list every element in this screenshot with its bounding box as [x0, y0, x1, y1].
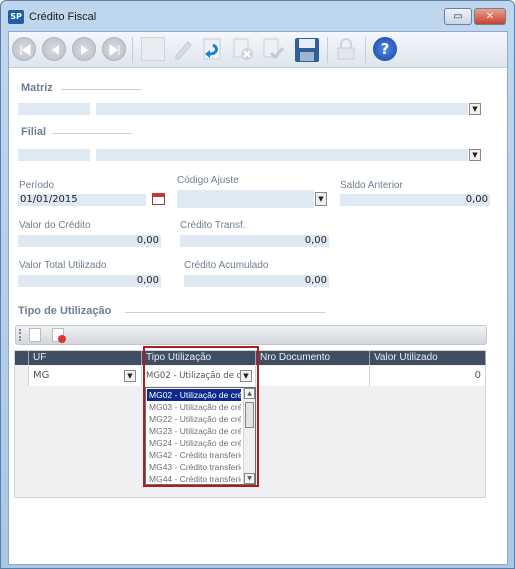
tipo-utilizacao-section-title: Tipo de Utilização: [18, 305, 112, 317]
dropdown-option[interactable]: MG03 - Utilização de crédito: [147, 401, 241, 413]
new-document-icon[interactable]: [141, 37, 165, 61]
dropdown-scrollbar[interactable]: ▲ ▼: [243, 388, 255, 484]
column-header-uf[interactable]: UF: [29, 351, 142, 365]
scroll-down-icon[interactable]: ▼: [244, 473, 255, 484]
grip-handle[interactable]: [19, 329, 21, 341]
dropdown-option[interactable]: MG22 - Utilização de crédito: [147, 413, 241, 425]
codigo-ajuste-field[interactable]: [177, 190, 314, 208]
valor-total-label: Valor Total Utilizado: [19, 260, 107, 271]
filial-name-field[interactable]: [96, 149, 468, 161]
credito-acumulado-label: Crédito Acumulado: [184, 260, 269, 271]
dropdown-option[interactable]: MG42 - Crédito transferido: [147, 449, 241, 461]
valor-credito-field[interactable]: 0,00: [18, 235, 161, 247]
cell-uf-value: MG: [33, 370, 50, 381]
tipo-utilizacao-dropdown[interactable]: MG02 - Utilização de crédito MG03 - Util…: [145, 387, 256, 485]
grid-toolbar: [15, 325, 487, 345]
first-record-icon[interactable]: [12, 37, 36, 61]
lock-icon[interactable]: [335, 37, 359, 61]
help-icon[interactable]: ?: [373, 37, 397, 61]
close-button[interactable]: ✕: [474, 8, 506, 25]
row-selector[interactable]: [15, 366, 29, 386]
codigo-ajuste-label: Código Ajuste: [177, 175, 239, 186]
chevron-down-icon[interactable]: ▼: [124, 370, 136, 382]
divider: [125, 312, 325, 313]
matriz-name-field[interactable]: [96, 103, 468, 115]
filial-code-field[interactable]: [18, 149, 90, 161]
chevron-down-icon[interactable]: ▼: [469, 149, 481, 161]
column-header-valor[interactable]: Valor Utilizado: [370, 351, 486, 365]
approve-icon[interactable]: [261, 37, 285, 61]
save-icon[interactable]: [294, 37, 319, 62]
toolbar-separator: [327, 37, 328, 63]
title-bar: SP Crédito Fiscal ▭ ✕: [1, 1, 514, 31]
client-area: ? Matriz ▼ Filial ▼ Período 01/01/2015 C…: [8, 31, 508, 565]
undo-icon[interactable]: [201, 37, 225, 61]
credito-transf-label: Crédito Transf.: [180, 220, 246, 231]
dropdown-option[interactable]: MG02 - Utilização de crédito: [147, 389, 241, 401]
divider: [61, 89, 141, 90]
dropdown-option[interactable]: MG44 - Crédito transferido: [147, 473, 241, 485]
divider: [52, 133, 132, 134]
credito-transf-field[interactable]: 0,00: [180, 235, 329, 247]
dropdown-option[interactable]: MG23 - Utilização de crédito: [147, 425, 241, 437]
row-selector-header: [15, 351, 29, 365]
chevron-down-icon[interactable]: ▼: [469, 103, 481, 115]
delete-icon[interactable]: [231, 37, 255, 61]
credito-acumulado-field[interactable]: 0,00: [184, 275, 329, 287]
matriz-code-field[interactable]: [18, 103, 90, 115]
delete-row-icon[interactable]: [52, 328, 66, 343]
previous-record-icon[interactable]: [42, 37, 66, 61]
toolbar-separator: [365, 37, 366, 63]
calendar-icon[interactable]: [152, 193, 165, 205]
cell-nro[interactable]: [256, 366, 370, 386]
column-header-nro[interactable]: Nro Documento: [256, 351, 370, 365]
next-record-icon[interactable]: [72, 37, 96, 61]
edit-icon[interactable]: [171, 37, 195, 61]
saldo-anterior-field[interactable]: 0,00: [340, 194, 490, 206]
chevron-down-icon[interactable]: ▼: [315, 192, 327, 206]
app-icon: SP: [8, 10, 24, 24]
minimize-button[interactable]: ▭: [444, 8, 472, 25]
valor-credito-label: Valor do Crédito: [19, 220, 91, 231]
periodo-label: Período: [19, 180, 55, 191]
credito-fiscal-window: SP Crédito Fiscal ▭ ✕ ? Matriz ▼ Filial …: [0, 0, 515, 569]
matriz-section-title: Matriz: [21, 82, 53, 94]
periodo-field[interactable]: 01/01/2015: [18, 194, 146, 206]
dropdown-option[interactable]: MG43 - Crédito transferido: [147, 461, 241, 473]
toolbar-separator: [132, 37, 133, 63]
last-record-icon[interactable]: [102, 37, 126, 61]
add-row-icon[interactable]: [29, 328, 41, 342]
cell-valor[interactable]: 0: [370, 366, 486, 386]
valor-total-field[interactable]: 0,00: [18, 275, 161, 287]
saldo-anterior-label: Saldo Anterior: [340, 180, 403, 191]
filial-section-title: Filial: [21, 126, 47, 138]
scroll-up-icon[interactable]: ▲: [244, 388, 255, 399]
dropdown-option[interactable]: MG24 - Utilização de crédito: [147, 437, 241, 449]
main-toolbar: ?: [9, 32, 507, 68]
scroll-thumb[interactable]: [245, 402, 254, 428]
window-title: Crédito Fiscal: [29, 11, 97, 23]
